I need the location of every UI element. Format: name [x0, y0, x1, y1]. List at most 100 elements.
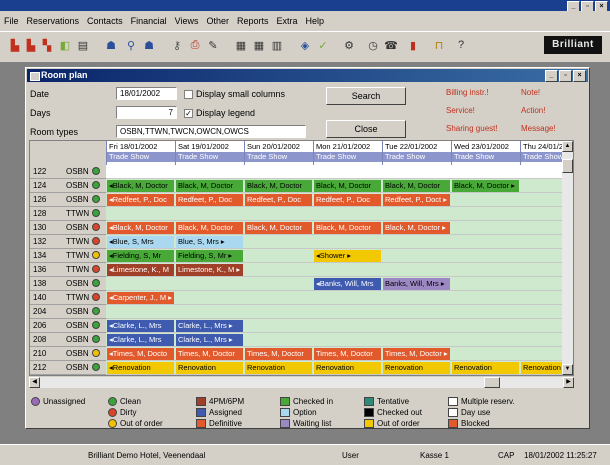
message-link[interactable]: Message! — [521, 124, 556, 133]
checkout-icon[interactable]: ◧ — [58, 38, 72, 52]
room-cells[interactable]: ◂Renovation Renovation Renovation Renovatio… — [106, 361, 573, 375]
room-cells[interactable]: ◂Clarke, L., Mrs Clarke, L., Mrs ▸ — [106, 319, 573, 333]
room-row[interactable]: 138 OSBN ◂Banks, Will, Mrs Banks, Will, Mrs… — [30, 277, 573, 291]
telephone-icon[interactable]: ☎ — [384, 38, 398, 52]
room-cells[interactable]: ◂Clarke, L., Mrs Clarke, L., Mrs ▸ — [106, 333, 573, 347]
menu-help[interactable]: Help — [302, 16, 329, 26]
action-link[interactable]: Action! — [521, 106, 545, 115]
window-close-icon[interactable]: × — [573, 70, 586, 82]
menu-other[interactable]: Other — [202, 16, 233, 26]
room-row[interactable]: 208 OSBN ◂Clarke, L., Mrs Clarke, L., Mrs ▸ — [30, 333, 573, 347]
contacts-icon[interactable]: ☗ — [104, 38, 118, 52]
room-row[interactable]: 204 OSBN — [30, 305, 573, 319]
room-row[interactable]: 212 OSBN ◂Renovation Renovation Renovation Re… — [30, 361, 573, 375]
display-legend-checkbox[interactable]: ✓ Display legend — [184, 108, 255, 118]
room-cells[interactable]: ◂Times, M, Docto Times, M, Doctor Times, M… — [106, 347, 573, 361]
menu-financial[interactable]: Financial — [127, 16, 171, 26]
room-row[interactable]: 140 TTWN ◂Carpenter, J., M ▸ — [30, 291, 573, 305]
booking-bar[interactable]: ◂Fielding, S, Mr — [107, 250, 174, 262]
room-plan-grid[interactable]: Fri 18/01/2002 Trade Show Sat 19/01/2002 Tr… — [29, 140, 574, 376]
small-columns-box[interactable] — [184, 89, 193, 99]
room-row[interactable]: 206 OSBN ◂Clarke, L., Mrs Clarke, L., Mrs ▸ — [30, 319, 573, 333]
room-cells[interactable]: ◂Fielding, S, Mr Fielding, S, Mr ▸ ◂Shower… — [106, 249, 573, 263]
booking-bar[interactable]: Black, M, Doctor — [314, 222, 381, 234]
room-row[interactable]: 134 TTWN ◂Fielding, S, Mr Fielding, S, Mr ▸… — [30, 249, 573, 263]
booking-bar[interactable]: Clarke, L., Mrs ▸ — [176, 334, 243, 346]
lock-icon[interactable]: ▮ — [406, 38, 420, 52]
scroll-left-icon[interactable]: ◀ — [29, 377, 40, 388]
room-cells[interactable]: ◂Blue, S, Mrs Blue, S, Mrs ▸ — [106, 235, 573, 249]
display-legend-box[interactable]: ✓ — [184, 108, 193, 118]
print-icon[interactable]: ⎙ — [188, 38, 202, 52]
lock2-icon[interactable]: ⊓ — [432, 38, 446, 52]
booking-bar[interactable]: Redfeet, P., Doc — [245, 194, 312, 206]
billing-instr-link[interactable]: Billing instr.! — [446, 88, 489, 97]
settings-icon[interactable]: ⚙ — [342, 38, 356, 52]
room-cells[interactable] — [106, 375, 573, 376]
booking-bar[interactable]: Black, M, Doctor ▸ — [383, 222, 450, 234]
booking-bar[interactable]: Times, M, Doctor — [314, 348, 381, 360]
room-row[interactable]: 214 TWCN — [30, 375, 573, 376]
clock-icon[interactable]: ◷ — [366, 38, 380, 52]
room-cells[interactable] — [106, 305, 573, 319]
booking-bar[interactable]: Renovation — [176, 362, 243, 374]
booking-bar[interactable]: ◂Times, M, Docto — [107, 348, 174, 360]
check-icon[interactable]: ✓ — [316, 38, 330, 52]
booking-bar[interactable]: Banks, Will, Mrs ▸ — [383, 278, 450, 290]
menu-file[interactable]: File — [0, 16, 23, 26]
close-button[interactable]: Close — [326, 120, 406, 138]
scroll-down-icon[interactable]: ▼ — [562, 364, 573, 375]
booking-bar[interactable]: Clarke, L., Mrs ▸ — [176, 320, 243, 332]
booking-bar[interactable]: Black, M, Doctor — [176, 222, 243, 234]
menu-extra[interactable]: Extra — [273, 16, 302, 26]
booking-bar[interactable]: Redfeet, P., Doc — [176, 194, 243, 206]
booking-bar[interactable]: ◂Carpenter, J., M ▸ — [107, 292, 174, 304]
booking-bar[interactable]: Redfeet, P., Doct ▸ — [383, 194, 450, 206]
booking-bar[interactable]: ◂Black, M, Doctor — [107, 180, 174, 192]
booking-bar[interactable]: Black, M, Doctor — [314, 180, 381, 192]
key-icon[interactable]: ⚷ — [170, 38, 184, 52]
room-row[interactable]: 136 TTWN ◂Limestone, K., M Limestone, K., M… — [30, 263, 573, 277]
small-columns-checkbox[interactable]: Display small columns — [184, 89, 285, 99]
room-row[interactable]: 124 OSBN ◂Black, M, Doctor Black, M, Doctor… — [30, 179, 573, 193]
booking-bar[interactable]: ◂Clarke, L., Mrs — [107, 334, 174, 346]
help-icon[interactable]: ? — [454, 38, 468, 52]
booking-bar[interactable]: Blue, S, Mrs ▸ — [176, 236, 243, 248]
sharing-guest-link[interactable]: Sharing guest! — [446, 124, 498, 133]
checkin-icon[interactable]: ▚ — [40, 38, 54, 52]
room-cells[interactable] — [106, 165, 573, 179]
room-cells[interactable]: ◂Limestone, K., M Limestone, K., M ▸ — [106, 263, 573, 277]
room-row[interactable]: 122 OSBN — [30, 165, 573, 179]
booking-bar[interactable]: ◂Clarke, L., Mrs — [107, 320, 174, 332]
booking-bar[interactable]: Black, M, Doctor — [176, 180, 243, 192]
horizontal-scrollbar[interactable]: ◀ ▶ — [29, 377, 574, 388]
room-cells[interactable] — [106, 207, 573, 221]
room-cells[interactable]: ◂Black, M, Doctor Black, M, Doctor Black, … — [106, 221, 573, 235]
users-icon[interactable]: ☗ — [142, 38, 156, 52]
menu-reports[interactable]: Reports — [233, 16, 273, 26]
days-field[interactable]: 7 — [116, 106, 177, 119]
invoice-icon[interactable]: ▤ — [76, 38, 90, 52]
note-link[interactable]: Note! — [521, 88, 540, 97]
room-types-field[interactable]: OSBN,TTWN,TWCN,OWCN,OWCS — [116, 125, 306, 138]
scroll-up-icon[interactable]: ▲ — [562, 141, 573, 152]
scroll-right-icon[interactable]: ▶ — [563, 377, 574, 388]
booking-bar[interactable]: Renovation — [383, 362, 450, 374]
booking-bar[interactable]: ◂Black, M, Doctor — [107, 222, 174, 234]
booking-bar[interactable]: Renovation — [314, 362, 381, 374]
booking-bar[interactable]: ◂Banks, Will, Mrs — [314, 278, 381, 290]
vertical-scrollbar[interactable]: ▲ ▼ — [562, 141, 573, 375]
calendar-icon[interactable]: ▦ — [234, 38, 248, 52]
group-icon[interactable]: ▙ — [24, 38, 38, 52]
booking-bar[interactable]: Times, M, Doctor ▸ — [383, 348, 450, 360]
booking-bar[interactable]: Limestone, K., M ▸ — [176, 264, 243, 276]
booking-bar[interactable]: ◂Shower ▸ — [314, 250, 381, 262]
booking-bar[interactable]: Black, M, Doctor ▸ — [452, 180, 519, 192]
booking-bar[interactable]: Times, M, Doctor — [245, 348, 312, 360]
guest-icon[interactable]: ▙ — [8, 38, 22, 52]
date-field[interactable]: 18/01/2002 — [116, 87, 177, 100]
booking-bar[interactable]: ◂Renovation — [107, 362, 174, 374]
room-row[interactable]: 210 OSBN ◂Times, M, Docto Times, M, Doctor T… — [30, 347, 573, 361]
booking-bar[interactable]: Renovation — [452, 362, 519, 374]
room-cells[interactable]: ◂Carpenter, J., M ▸ — [106, 291, 573, 305]
